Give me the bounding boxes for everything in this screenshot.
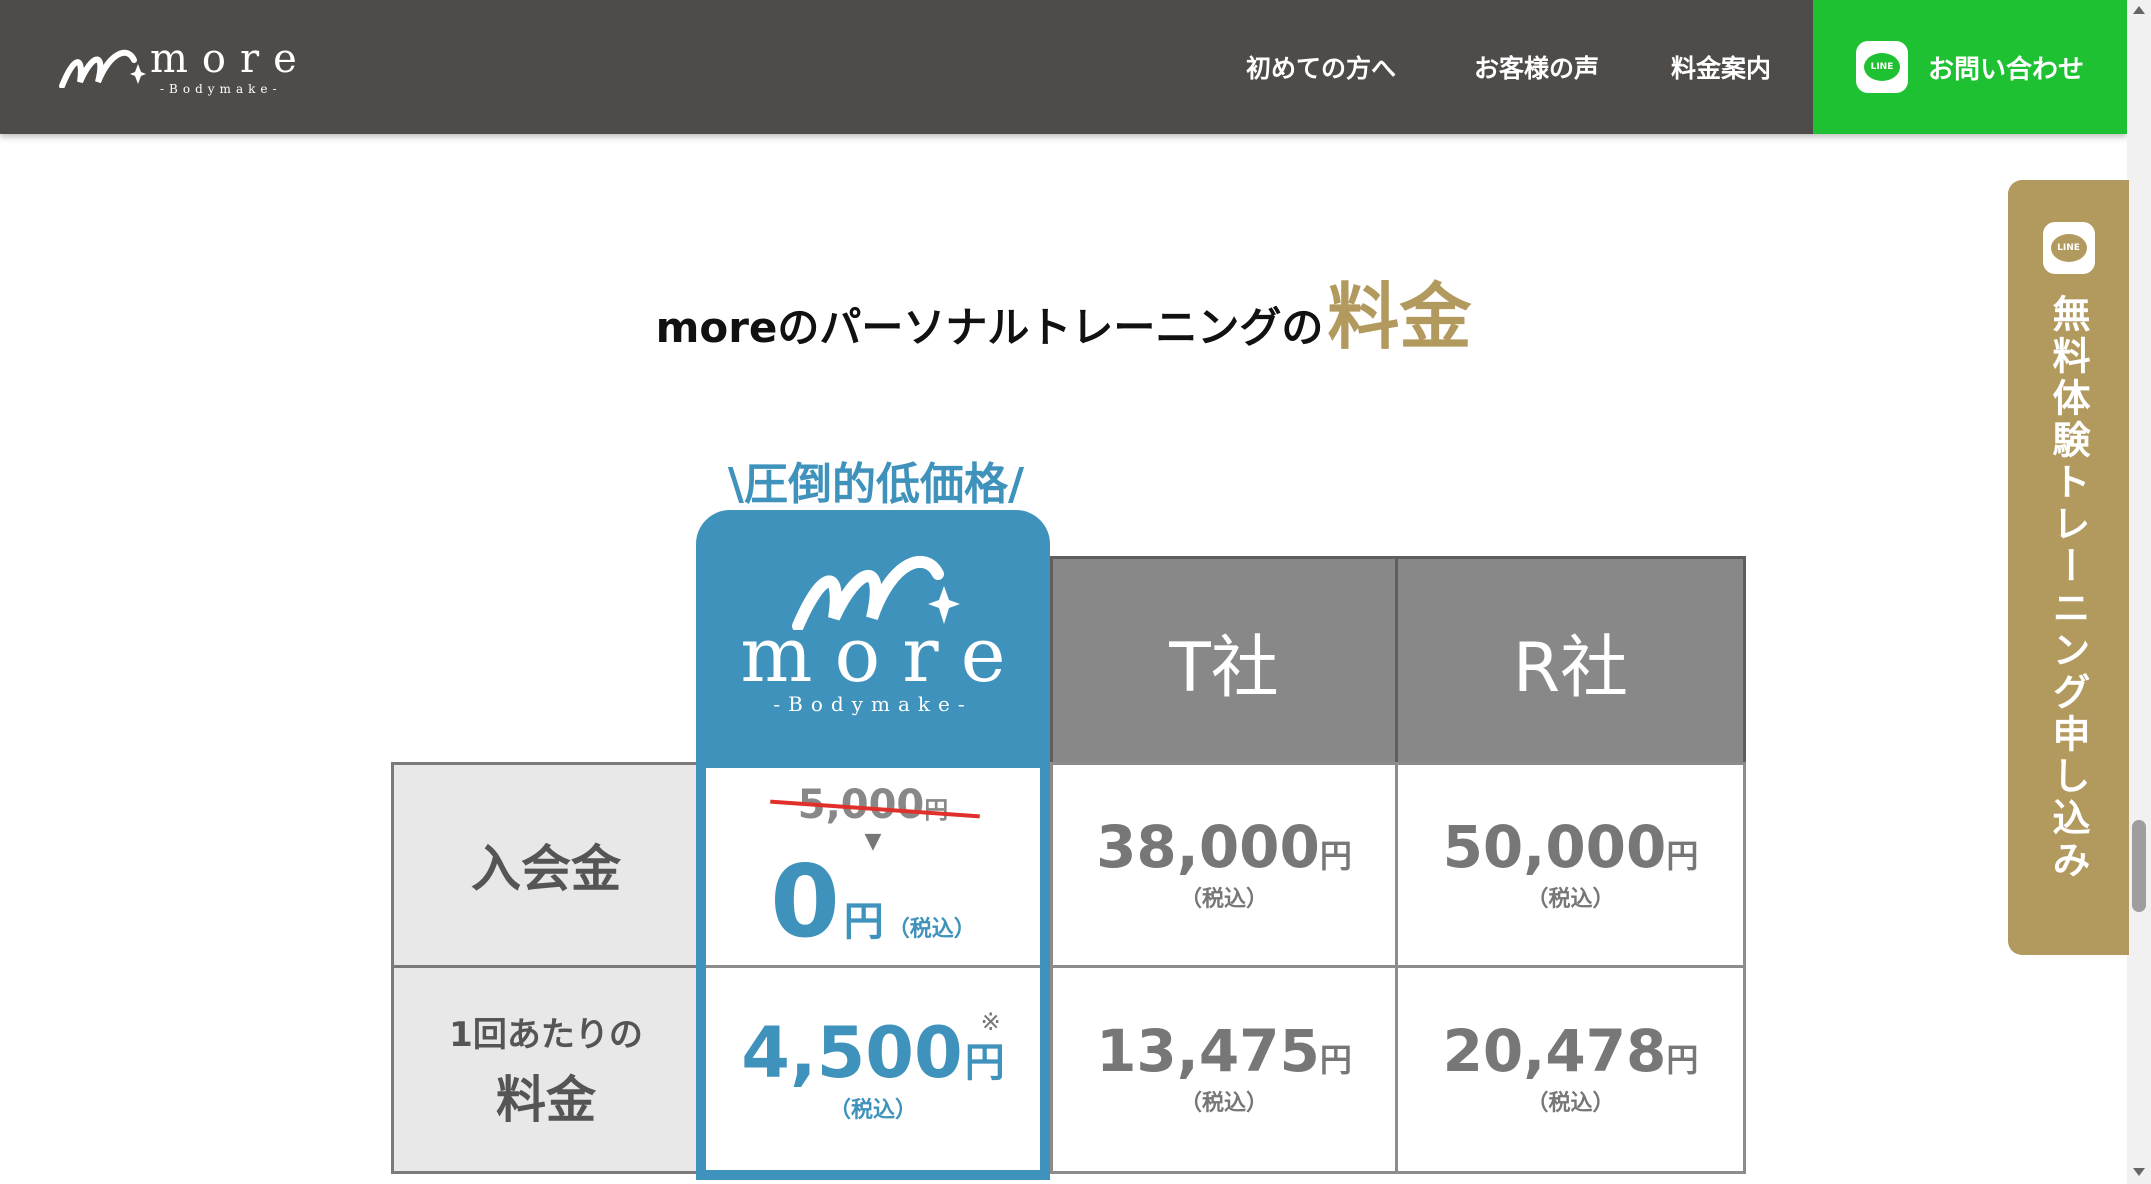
competitor-r-header: R社 (1395, 556, 1746, 766)
price-value: 38,000 (1096, 812, 1320, 881)
contact-button[interactable]: LINE お問い合わせ (1813, 0, 2127, 134)
section-title-accent: 料金 (1327, 275, 1472, 359)
price-line: 38,000円 (1096, 818, 1352, 877)
line-icon: LINE (1855, 41, 1908, 93)
page-scrollbar[interactable] (2127, 0, 2151, 1184)
scroll-up-arrow-icon[interactable] (2133, 6, 2145, 14)
price-unit: 円 (1666, 1041, 1699, 1079)
row-label-enrollment: 入会金 (391, 762, 701, 968)
more-column-logo-subtitle: -Bodymake- (773, 692, 973, 716)
free-trial-label: 無料体験トレーニング申し込み (2046, 294, 2090, 882)
section-title: moreのパーソナルトレーニングの料金 (0, 258, 2127, 363)
competitor-t-header: T社 (1050, 556, 1398, 766)
row-label-line1: 1回あたりの (449, 1015, 643, 1055)
contact-label: お問い合わせ (1927, 54, 2084, 85)
site-logo[interactable]: more -Bodymake- (58, 36, 308, 96)
price-value: 50,000 (1442, 812, 1667, 881)
nav-pricing[interactable]: 料金案内 (1671, 0, 1771, 134)
site-header: more -Bodymake- 初めての方へ お客様の声 料金案内 LINE お… (0, 0, 2127, 134)
more-column-logo-word: more (740, 610, 1028, 699)
row-label-line2: 料金 (496, 1071, 596, 1129)
competitor-r-per-session-cell: 20,478円 （税込） (1395, 965, 1746, 1174)
nav-testimonials[interactable]: お客様の声 (1474, 0, 1599, 134)
price-line: 20,478円 (1443, 1022, 1699, 1081)
tax-note: （税込） (1526, 1091, 1615, 1116)
logo-subtitle: -Bodymake- (160, 82, 282, 96)
row-label-enrollment-text: 入会金 (471, 840, 621, 898)
tax-note: （税込） (1526, 886, 1615, 912)
scroll-thumb[interactable] (2132, 820, 2146, 912)
section-title-main: moreのパーソナルトレーニングの (655, 303, 1324, 352)
price-value: 20,478 (1442, 1017, 1667, 1085)
tax-note: （税込） (1179, 886, 1268, 912)
price-unit: 円 (1666, 836, 1699, 875)
competitor-t-per-session-cell: 13,475円 （税込） (1050, 965, 1398, 1174)
price-line: 13,475円 (1096, 1022, 1352, 1081)
price-line: 50,000円 (1443, 818, 1699, 877)
competitor-t-name: T社 (1169, 628, 1279, 708)
price-unit: 円 (1319, 1041, 1352, 1079)
price-value: 13,475 (1096, 1017, 1320, 1085)
line-badge-text: LINE (1863, 53, 1900, 81)
price-unit: 円 (1319, 836, 1352, 875)
scroll-down-arrow-icon[interactable] (2133, 1168, 2145, 1176)
logo-word: more (150, 36, 311, 82)
tax-note: （税込） (1179, 1091, 1268, 1116)
competitor-t-enrollment-cell: 38,000円 （税込） (1050, 762, 1398, 968)
row-label-per-session: 1回あたりの 料金 (391, 965, 701, 1174)
competitor-r-enrollment-cell: 50,000円 （税込） (1395, 762, 1746, 968)
logo-mark-icon (59, 49, 146, 88)
more-column-frame (696, 762, 1050, 1180)
more-column-header: more -Bodymake- (696, 510, 1050, 768)
low-price-tagline: \圧倒的低価格/ (727, 459, 1025, 510)
competitor-r-name: R社 (1512, 628, 1629, 708)
nav-first-time[interactable]: 初めての方へ (1246, 0, 1396, 134)
